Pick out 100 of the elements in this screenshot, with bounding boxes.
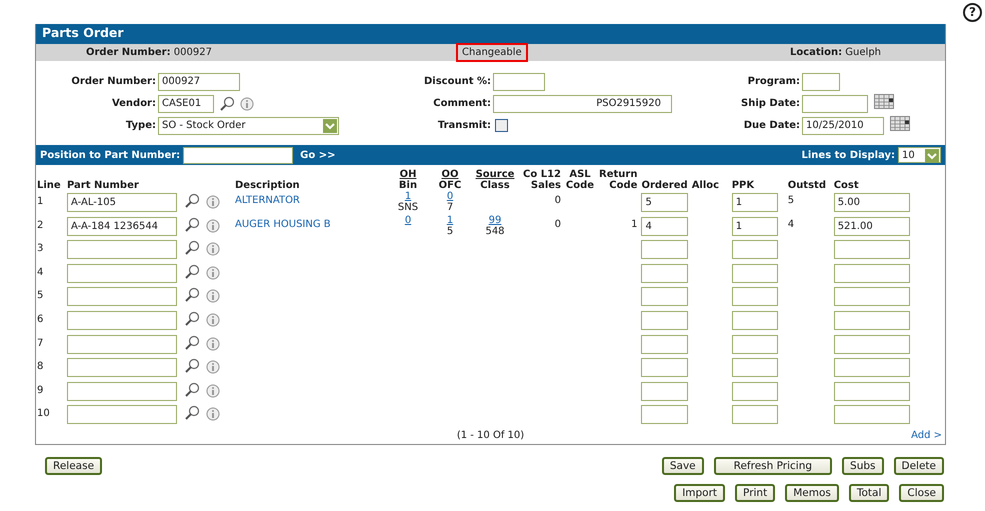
input-field[interactable]: PSO2915920 <box>493 94 672 112</box>
search-icon[interactable] <box>184 287 200 304</box>
ordered-field[interactable]: 5 <box>641 193 688 212</box>
lines-dropdown[interactable]: 10 <box>898 147 941 163</box>
stack-link[interactable]: 99 <box>473 214 517 226</box>
cost-field[interactable] <box>834 382 910 401</box>
stack-link[interactable]: 1 <box>389 191 427 202</box>
search-icon[interactable] <box>184 358 200 374</box>
info-icon[interactable] <box>206 312 220 327</box>
search-icon[interactable] <box>184 193 200 209</box>
cost-field[interactable] <box>834 240 910 260</box>
cost-field[interactable] <box>834 264 910 283</box>
input-field[interactable] <box>802 94 868 112</box>
ppk-field[interactable]: 1 <box>732 193 778 212</box>
ordered-field[interactable]: 4 <box>641 216 688 236</box>
stack-link[interactable]: 1 <box>431 214 469 226</box>
cost-field[interactable] <box>834 358 910 378</box>
info-icon[interactable] <box>206 360 220 374</box>
ppk-field[interactable] <box>732 358 778 378</box>
action-button[interactable]: Release <box>45 456 102 475</box>
part-number-field[interactable]: A-A-184 1236544 <box>67 216 177 236</box>
info-icon[interactable] <box>206 384 220 398</box>
cost-field[interactable] <box>834 287 910 306</box>
stack-link[interactable]: 0 <box>389 214 427 226</box>
info-icon[interactable] <box>206 195 220 209</box>
cost-field[interactable]: 5.00 <box>834 193 910 212</box>
cost-field[interactable] <box>834 310 910 330</box>
ordered-field[interactable] <box>641 334 688 354</box>
action-button[interactable]: Total <box>848 484 890 502</box>
info-icon[interactable] <box>206 266 220 280</box>
add-link[interactable]: Add > <box>911 430 942 441</box>
ordered-field[interactable] <box>641 240 688 260</box>
input-field[interactable]: CASE01 <box>158 94 214 112</box>
search-icon[interactable] <box>184 334 200 351</box>
input-field[interactable] <box>493 72 545 90</box>
ppk-field[interactable] <box>732 264 778 283</box>
info-icon[interactable] <box>206 242 220 256</box>
action-button[interactable]: Import <box>674 484 726 502</box>
position-field[interactable] <box>183 146 294 164</box>
info-icon[interactable] <box>206 218 220 233</box>
stack-link[interactable]: 0 <box>431 191 469 202</box>
input-field[interactable] <box>802 72 840 90</box>
search-icon[interactable] <box>184 382 200 398</box>
action-button[interactable]: Save <box>662 456 704 475</box>
cost-field[interactable]: 521.00 <box>834 216 910 236</box>
calendar-icon[interactable] <box>874 94 894 109</box>
column-header[interactable]: OH <box>389 169 427 180</box>
table-cell: 10 <box>37 408 50 420</box>
calendar-icon[interactable] <box>890 116 910 131</box>
part-number-field[interactable] <box>67 310 177 330</box>
type-dropdown[interactable]: SO - Stock Order <box>158 116 339 134</box>
ordered-field[interactable] <box>641 287 688 306</box>
ppk-field[interactable] <box>732 287 778 306</box>
input-field[interactable]: 000927 <box>158 72 240 90</box>
column-header[interactable]: Source <box>473 169 517 180</box>
input-field[interactable]: 10/25/2010 <box>802 116 884 134</box>
ppk-field[interactable] <box>732 310 778 330</box>
search-icon[interactable] <box>184 240 200 256</box>
cost-field[interactable] <box>834 334 910 354</box>
ordered-field[interactable] <box>641 382 688 401</box>
ppk-field[interactable] <box>732 382 778 401</box>
info-icon[interactable] <box>240 96 254 110</box>
part-number-field[interactable]: A-AL-105 <box>67 193 177 212</box>
search-icon[interactable] <box>184 310 200 327</box>
ppk-field[interactable] <box>732 405 778 424</box>
search-icon[interactable] <box>184 264 200 280</box>
range-text: (1 - 10 Of 10) <box>456 430 524 441</box>
action-button[interactable]: Subs <box>842 456 884 475</box>
part-number-field[interactable] <box>67 240 177 260</box>
part-number-field[interactable] <box>67 287 177 306</box>
help-icon[interactable]: ? <box>963 3 982 22</box>
part-number-field[interactable] <box>67 334 177 354</box>
info-icon[interactable] <box>206 407 220 422</box>
part-number-field[interactable] <box>67 264 177 283</box>
search-icon[interactable] <box>184 216 200 233</box>
info-icon[interactable] <box>206 336 220 351</box>
action-button[interactable]: Memos <box>785 484 839 502</box>
info-icon[interactable] <box>206 289 220 304</box>
part-number-field[interactable] <box>67 358 177 378</box>
ppk-field[interactable] <box>732 240 778 260</box>
action-button[interactable]: Delete <box>894 456 944 475</box>
part-number-field[interactable] <box>67 405 177 424</box>
ordered-field[interactable] <box>641 405 688 424</box>
ordered-field[interactable] <box>641 358 688 378</box>
ppk-field[interactable] <box>732 334 778 354</box>
description-link[interactable]: AUGER HOUSING B <box>235 218 331 230</box>
search-icon[interactable] <box>219 96 235 112</box>
column-header[interactable]: OO <box>431 169 469 180</box>
transmit-checkbox[interactable] <box>495 119 508 132</box>
action-button[interactable]: Refresh Pricing <box>714 456 832 475</box>
action-button[interactable]: Close <box>899 484 944 502</box>
go-link[interactable]: Go >> <box>300 150 336 160</box>
ppk-field[interactable]: 1 <box>732 216 778 236</box>
ordered-field[interactable] <box>641 264 688 283</box>
cost-field[interactable] <box>834 405 910 424</box>
ordered-field[interactable] <box>641 310 688 330</box>
action-button[interactable]: Print <box>735 484 776 502</box>
part-number-field[interactable] <box>67 382 177 401</box>
search-icon[interactable] <box>184 405 200 422</box>
description-link[interactable]: ALTERNATOR <box>235 195 300 206</box>
